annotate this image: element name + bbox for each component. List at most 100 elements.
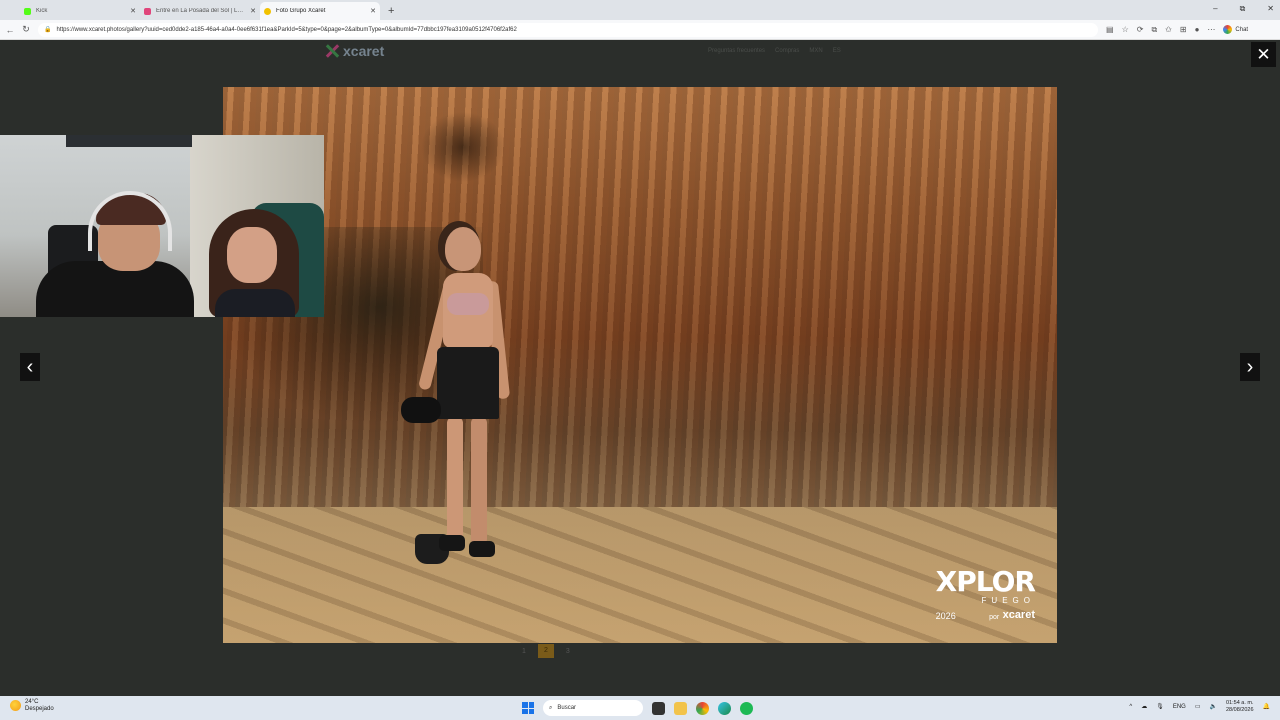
- split-screen-icon[interactable]: ⧉: [1151, 25, 1157, 35]
- microphone-icon[interactable]: 🎙: [1156, 703, 1164, 710]
- weather-desc: Despejado: [25, 705, 54, 712]
- page-1[interactable]: 1: [522, 648, 526, 655]
- copilot-chat-button[interactable]: Chat: [1223, 25, 1248, 34]
- site-logo[interactable]: xcaret: [324, 43, 384, 59]
- weather-widget[interactable]: 24°C Despejado: [10, 699, 54, 713]
- subject-leg-right: [471, 417, 487, 545]
- windows-taskbar: 24°C Despejado ⌕ Buscar ^ ☁ 🎙 ENG ▭ 🔈 01…: [0, 696, 1280, 720]
- posada-favicon-icon: [144, 7, 151, 15]
- guest-face: [227, 227, 277, 283]
- prev-photo-button[interactable]: ‹: [20, 353, 40, 381]
- collections-icon[interactable]: ⊞: [1180, 25, 1187, 34]
- new-tab-button[interactable]: +: [388, 2, 394, 20]
- webcam-guest: [205, 209, 305, 317]
- url-text: https://www.xcaret.photos/gallery?uuid=c…: [56, 26, 517, 33]
- back-arrow-icon[interactable]: ←: [2, 25, 18, 35]
- subject-shoe-left: [439, 535, 465, 551]
- network-icon[interactable]: ☁: [1141, 703, 1147, 710]
- display-icon[interactable]: ▭: [1195, 703, 1201, 710]
- clock[interactable]: 01:54 a. m. 28/08/2026: [1226, 700, 1254, 713]
- close-window-button[interactable]: ✕: [1267, 4, 1274, 14]
- browser-toolbar: ← ↻ 🔒 https://www.xcaret.photos/gallery?…: [0, 20, 1280, 40]
- webcam-overlay: [0, 135, 324, 317]
- tab-label: Entre en La Posada del Sol | La pu: [156, 8, 247, 14]
- window-controls: – ⧉ ✕: [1213, 4, 1274, 14]
- reload-icon[interactable]: ↻: [18, 24, 34, 35]
- toolbar-actions: ▤ ☆ ⟳ ⧉ ✩ ⊞ ● ⋯ Chat: [1106, 25, 1248, 35]
- tray-chevron-up-icon[interactable]: ^: [1129, 704, 1132, 710]
- notification-bell-icon[interactable]: 🔔: [1263, 703, 1270, 710]
- tab-posada[interactable]: Entre en La Posada del Sol | La pu ✕: [140, 2, 260, 20]
- weather-temp: 24°C: [25, 699, 39, 705]
- xcaret-logo-icon: [324, 43, 340, 59]
- subject-bag: [401, 397, 441, 423]
- pagination: 1 2 3: [522, 644, 570, 658]
- subject-leg-left: [447, 417, 463, 545]
- restore-button[interactable]: ⧉: [1240, 4, 1246, 14]
- page-2-active[interactable]: 2: [537, 644, 554, 658]
- photo-subject: [401, 225, 523, 570]
- subject-skirt: [437, 347, 499, 419]
- volume-icon[interactable]: 🔈: [1210, 703, 1217, 710]
- edge-icon[interactable]: [718, 701, 731, 715]
- tab-close-icon[interactable]: ✕: [370, 7, 376, 15]
- taskbar-search[interactable]: ⌕ Buscar: [543, 700, 643, 716]
- tab-label: Kick: [36, 8, 48, 14]
- chrome-icon[interactable]: [696, 701, 709, 715]
- tab-strip: Kick ✕ Entre en La Posada del Sol | La p…: [0, 0, 1280, 20]
- chat-label: Chat: [1235, 26, 1249, 33]
- minimize-button[interactable]: –: [1213, 4, 1217, 14]
- favorite-star-icon[interactable]: ☆: [1122, 25, 1129, 34]
- clock-time: 01:54 a. m.: [1225, 700, 1254, 706]
- nav-currency[interactable]: MXN: [809, 48, 822, 54]
- subject-top: [447, 293, 489, 315]
- favorites-icon[interactable]: ✩: [1165, 25, 1172, 34]
- watermark-xcaret: xcaret: [1002, 609, 1035, 621]
- extension-icon[interactable]: ⟳: [1137, 25, 1144, 34]
- tab-xcaret[interactable]: Foto Grupo Xcaret ✕: [260, 2, 380, 20]
- page-3[interactable]: 3: [566, 648, 570, 655]
- nav-language[interactable]: ES: [833, 48, 841, 54]
- search-icon: ⌕: [549, 704, 553, 711]
- watermark-year: 2026: [935, 611, 956, 621]
- spotify-icon[interactable]: [740, 701, 753, 715]
- gallery-photo: XPLOR FUEGO 2026 por xcaret: [223, 87, 1057, 643]
- headset-icon: [88, 191, 172, 251]
- nav-faq[interactable]: Preguntas frecuentes: [708, 48, 765, 54]
- system-tray: ^ ☁ 🎙 ENG ▭ 🔈 01:54 a. m. 28/08/2026 🔔: [1129, 700, 1270, 713]
- search-placeholder: Buscar: [557, 705, 577, 711]
- nav-purchases[interactable]: Compras: [775, 48, 799, 54]
- watermark-por: por: [989, 614, 1000, 621]
- next-photo-button[interactable]: ›: [1240, 353, 1260, 381]
- profile-avatar-icon[interactable]: ●: [1195, 25, 1200, 34]
- tab-close-icon[interactable]: ✕: [250, 7, 256, 15]
- clock-date: 28/08/2026: [1225, 706, 1254, 713]
- subject-shoe-right: [469, 541, 495, 557]
- xplor-watermark: XPLOR FUEGO 2026 por xcaret: [935, 565, 1036, 622]
- tab-close-icon[interactable]: ✕: [130, 7, 136, 15]
- address-bar[interactable]: 🔒 https://www.xcaret.photos/gallery?uuid…: [38, 22, 1098, 37]
- file-explorer-icon[interactable]: [674, 701, 687, 715]
- watermark-sub: FUEGO: [981, 596, 1035, 605]
- guest-body: [215, 289, 295, 317]
- lightbox-close-button[interactable]: ✕: [1251, 42, 1276, 67]
- site-logo-text: xcaret: [343, 43, 385, 59]
- language-indicator[interactable]: ENG: [1173, 704, 1186, 710]
- webcam-tv: [66, 135, 192, 147]
- more-menu-icon[interactable]: ⋯: [1207, 25, 1215, 34]
- kick-favicon-icon: [24, 7, 31, 15]
- task-view-icon[interactable]: [652, 701, 665, 715]
- cave-floor: [223, 507, 1057, 643]
- lock-icon: 🔒: [44, 27, 52, 33]
- taskbar-apps: ⌕ Buscar: [522, 700, 753, 716]
- subject-head: [445, 227, 481, 271]
- tab-label: Foto Grupo Xcaret: [276, 8, 326, 14]
- windows-start-icon[interactable]: [522, 702, 534, 714]
- webcam-streamer: [36, 189, 194, 317]
- tab-kick[interactable]: Kick ✕: [20, 2, 140, 20]
- sun-icon: [10, 700, 21, 712]
- watermark-footer: 2026 por xcaret: [935, 609, 1035, 622]
- copilot-icon: [1223, 25, 1233, 34]
- watermark-brand: XPLOR: [935, 565, 1036, 598]
- reader-icon[interactable]: ▤: [1106, 25, 1114, 34]
